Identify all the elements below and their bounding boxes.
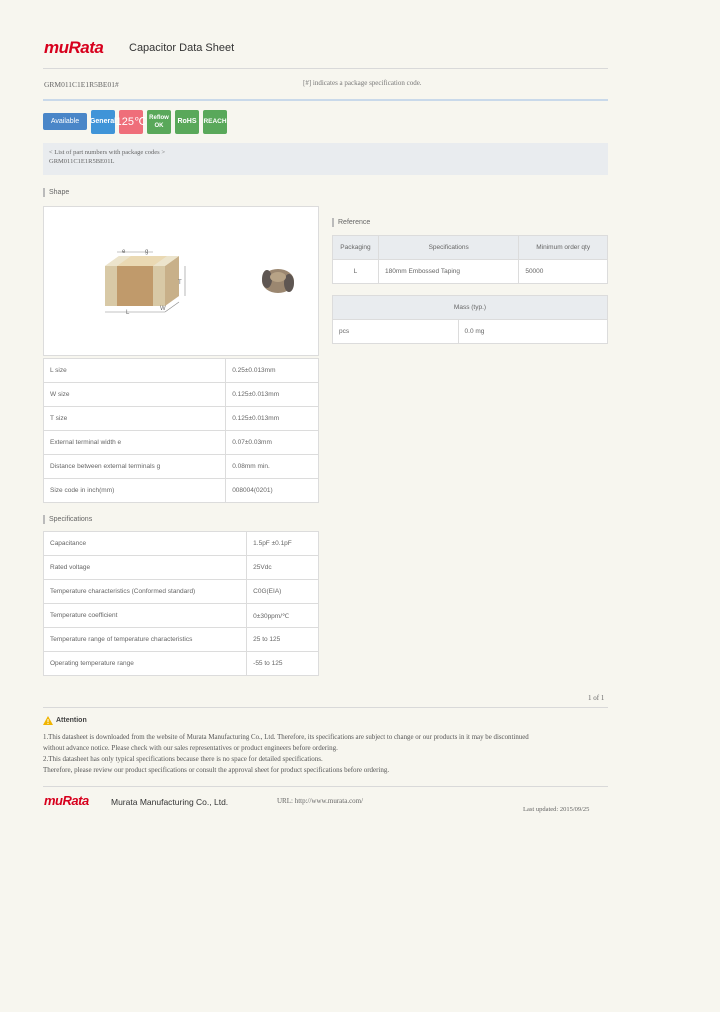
package-part-number-link[interactable]: GRM011C1E1R5BE01L — [49, 158, 115, 165]
table-row: Size code in inch(mm) 008004(0201) — [42, 478, 319, 503]
table-row: Operating temperature range -55 to 125 — [42, 651, 319, 676]
available-badge: Available — [43, 113, 87, 130]
package-list-heading: < List of part numbers with package code… — [49, 149, 165, 156]
dim-label-l: L — [126, 310, 130, 316]
table-row: Distance between external terminals g 0.0… — [42, 454, 319, 479]
rohs-badge: RoHS — [175, 110, 199, 134]
specifications-section-title: Specifications — [43, 515, 92, 524]
table-row: T size 0.125±0.013mm — [42, 406, 319, 431]
table-row: L 180mm Embossed Taping 50000 — [332, 259, 608, 284]
package-list-box — [43, 143, 608, 175]
footer-company-name: Murata Manufacturing Co., Ltd. — [111, 797, 229, 807]
table-row: External terminal width e 0.07±0.03mm — [42, 430, 319, 455]
table-row: Capacitance 1.5pF ±0.1pF — [42, 531, 319, 556]
page-title: Capacitor Data Sheet — [129, 42, 235, 54]
table-row: Rated voltage 25Vdc — [42, 555, 319, 580]
attention-line-1: 1.This datasheet is downloaded from the … — [43, 734, 529, 741]
reach-badge: REACH — [203, 110, 227, 134]
reference-table: Packaging Specifications Minimum order q… — [332, 235, 608, 284]
mass-table: Mass (typ.) pcs 0.0 mg — [332, 295, 609, 344]
dim-label-g: g — [145, 249, 148, 255]
table-row: Temperature range of temperature charact… — [42, 627, 319, 652]
last-updated: Last updated: 2015/09/25 — [523, 806, 590, 813]
attention-title: Attention — [56, 717, 87, 724]
part-number: GRM011C1E1R5BE01# — [44, 80, 119, 89]
shape-section-title: Shape — [43, 188, 69, 197]
attention-line-4: Therefore, please review our product spe… — [43, 766, 390, 774]
footer-murata-logo: muRata — [44, 793, 89, 808]
warning-icon — [43, 716, 53, 725]
reference-section-title: Reference — [332, 218, 370, 227]
package-code-note: [#] indicates a package specification co… — [303, 79, 422, 87]
attention-line-3: 2.This datasheet has only typical specif… — [43, 755, 323, 763]
footer-url-link[interactable]: URL: http://www.murata.com/ — [277, 797, 363, 805]
chip-dimension-drawing: e g T L W — [105, 249, 186, 316]
table-row: L size 0.25±0.013mm — [42, 358, 319, 383]
table-row: Temperature characteristics (Conformed s… — [42, 579, 319, 604]
table-header-row: Mass (typ.) — [332, 295, 608, 320]
table-header-row: Packaging Specifications Minimum order q… — [332, 235, 608, 260]
table-row: Temperature coefficient 0±30ppm/℃ — [42, 603, 319, 628]
reflow-ok-badge: Reflow OK — [147, 110, 171, 134]
table-row: pcs 0.0 mg — [332, 319, 609, 344]
attention-line-2: without advance notice. Please check wit… — [43, 744, 338, 752]
general-badge: General — [90, 110, 116, 134]
chip-photo — [262, 269, 294, 293]
murata-logo: muRata — [44, 38, 104, 57]
specifications-table: Capacitance 1.5pF ±0.1pF Rated voltage 25V… — [42, 531, 319, 676]
dim-label-w: W — [160, 306, 166, 312]
table-row: W size 0.125±0.013mm — [42, 382, 319, 407]
dim-label-t: T — [178, 280, 182, 286]
shape-dimensions-table: L size 0.25±0.013mm W size 0.125±0.013mm T… — [42, 358, 319, 503]
page-number: 1 of 1 — [588, 694, 605, 702]
temperature-125-badge: 125℃ — [116, 110, 146, 134]
